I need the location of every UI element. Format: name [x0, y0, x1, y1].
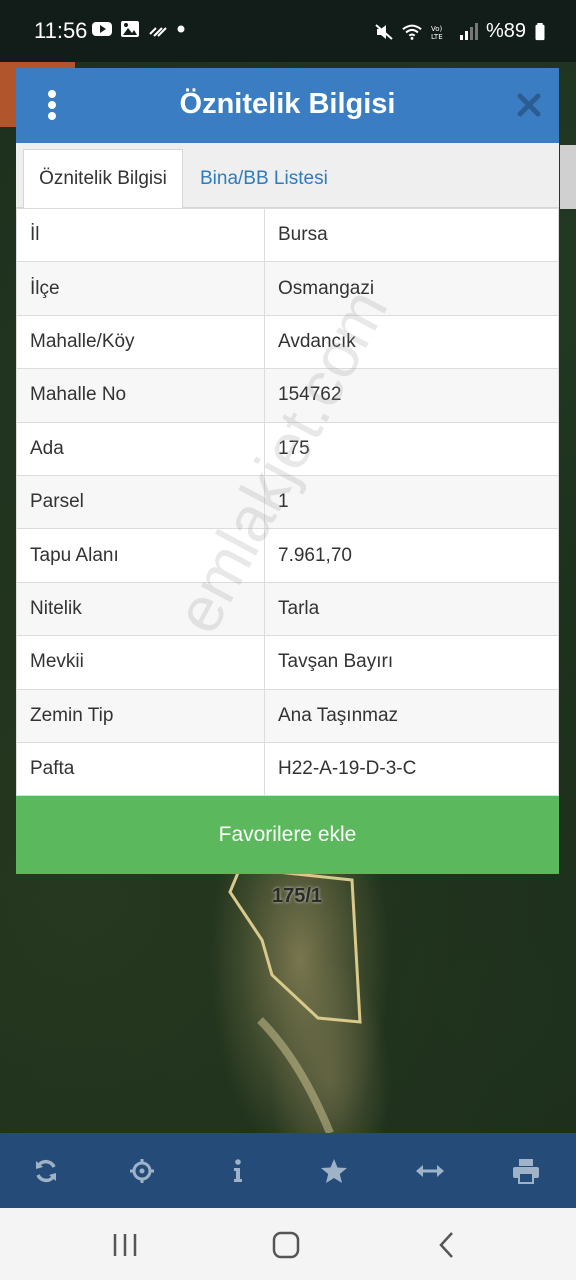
- attribute-table: İl Bursa İlçe Osmangazi Mahalle/Köy Avda…: [16, 207, 559, 797]
- star-icon[interactable]: [312, 1149, 356, 1193]
- row-key: Nitelik: [16, 581, 265, 637]
- table-row: Tapu Alanı 7.961,70: [16, 528, 559, 583]
- row-key: Mahalle/Köy: [16, 314, 265, 370]
- svg-text:LTE: LTE: [431, 33, 443, 41]
- row-key: Pafta: [16, 741, 265, 797]
- dialog-header: Öznitelik Bilgisi: [16, 68, 559, 143]
- row-key: İl: [16, 207, 265, 263]
- table-row: Ada 175: [16, 421, 559, 476]
- volte-icon: Vo) LTE: [431, 25, 443, 41]
- dialog-title: Öznitelik Bilgisi: [179, 88, 396, 120]
- row-key: Mevkii: [16, 635, 265, 690]
- status-bar: 11:56 Vo) LTE %89: [0, 0, 576, 62]
- table-row: Parsel 1: [16, 474, 559, 530]
- row-value: H22-A-19-D-3-C: [264, 741, 559, 797]
- battery-percent: %89: [485, 20, 526, 42]
- table-row: Mahalle/Köy Avdancık: [16, 314, 559, 370]
- row-value: Ana Taşınmaz: [264, 688, 559, 743]
- battery-icon: [535, 22, 545, 40]
- row-key: Tapu Alanı: [16, 528, 265, 583]
- dot-icon: [177, 25, 185, 33]
- table-row: İl Bursa: [16, 207, 559, 263]
- row-key: Ada: [16, 421, 265, 476]
- table-row: Mevkii Tavşan Bayırı: [16, 635, 559, 690]
- status-time: 11:56: [34, 18, 88, 43]
- locate-icon[interactable]: [120, 1149, 164, 1193]
- row-value: 1: [264, 474, 559, 530]
- row-value: 154762: [264, 368, 559, 423]
- map-toolbar: [0, 1133, 576, 1208]
- row-value: Avdancık: [264, 314, 559, 370]
- row-value: 7.961,70: [264, 528, 559, 583]
- gallery-icon: [121, 21, 139, 37]
- close-icon[interactable]: [516, 92, 542, 118]
- system-nav-bar: [0, 1208, 576, 1280]
- row-value: Tarla: [264, 581, 559, 637]
- youtube-icon: [92, 22, 112, 36]
- attribute-dialog: Öznitelik Bilgisi Öznitelik Bilgisi Bina…: [16, 68, 559, 874]
- data-icon: [149, 27, 167, 37]
- print-icon[interactable]: [504, 1149, 548, 1193]
- measure-icon[interactable]: [408, 1149, 452, 1193]
- info-icon[interactable]: [216, 1149, 260, 1193]
- table-row: Mahalle No 154762: [16, 368, 559, 423]
- table-row: İlçe Osmangazi: [16, 261, 559, 316]
- signal-icon: [459, 22, 478, 40]
- mute-icon: [375, 23, 393, 40]
- add-favorite-button[interactable]: Favorilere ekle: [16, 796, 559, 874]
- tab-bar: Öznitelik Bilgisi Bina/BB Listesi: [16, 143, 559, 209]
- refresh-icon[interactable]: [24, 1149, 68, 1193]
- parcel-label: 175/1: [272, 885, 323, 907]
- row-key: Mahalle No: [16, 368, 265, 423]
- table-row: Nitelik Tarla: [16, 581, 559, 637]
- row-value: 175: [264, 421, 559, 476]
- wifi-icon: [402, 24, 422, 40]
- back-icon[interactable]: [428, 1230, 468, 1260]
- row-value: Bursa: [264, 207, 559, 263]
- home-icon[interactable]: [266, 1230, 306, 1260]
- row-key: Zemin Tip: [16, 688, 265, 743]
- tab-attribute-info[interactable]: Öznitelik Bilgisi: [23, 149, 183, 209]
- recent-apps-icon[interactable]: [105, 1230, 145, 1260]
- svg-text:Vo): Vo): [431, 25, 443, 33]
- row-key: Parsel: [16, 474, 265, 530]
- table-row: Zemin Tip Ana Taşınmaz: [16, 688, 559, 743]
- table-row: Pafta H22-A-19-D-3-C: [16, 741, 559, 797]
- tab-building-list[interactable]: Bina/BB Listesi: [188, 149, 340, 209]
- row-key: İlçe: [16, 261, 265, 316]
- row-value: Tavşan Bayırı: [264, 635, 559, 690]
- row-value: Osmangazi: [264, 261, 559, 316]
